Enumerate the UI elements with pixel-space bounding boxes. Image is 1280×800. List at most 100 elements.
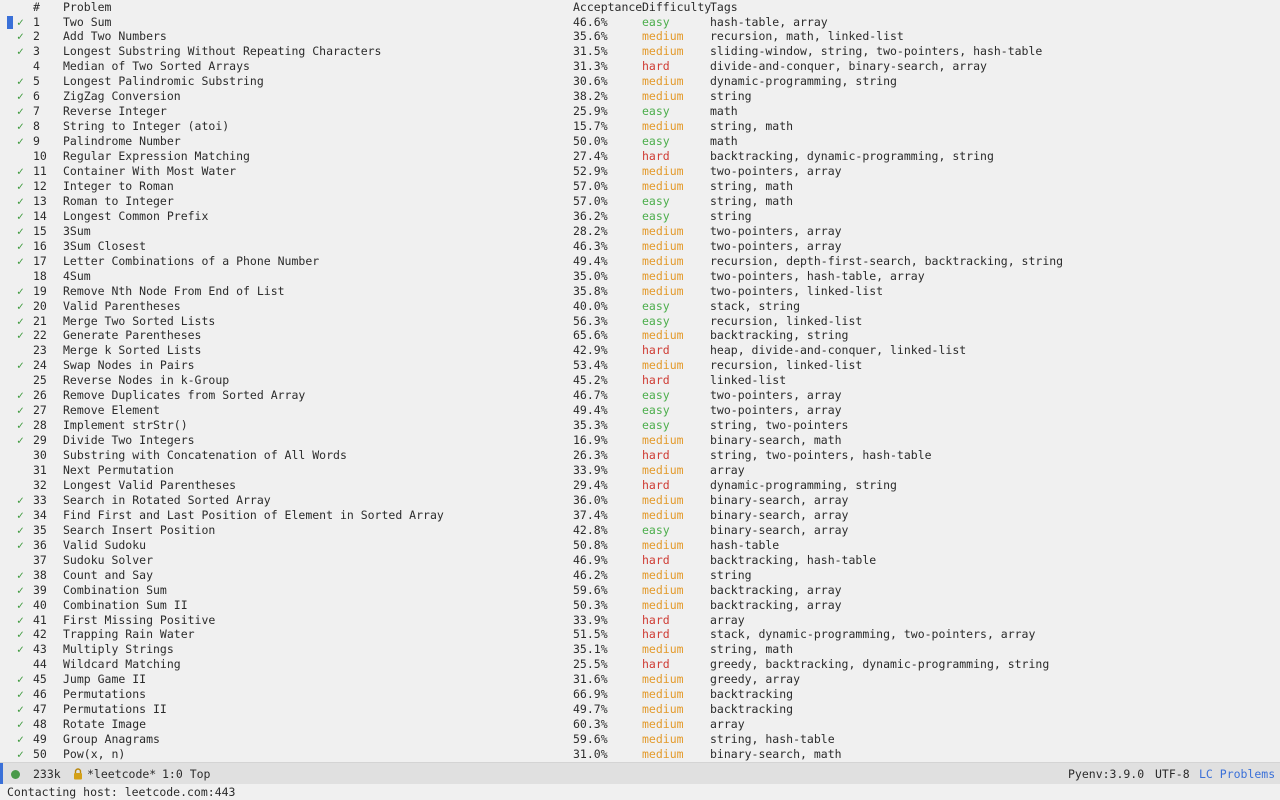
table-row[interactable]: ✓ 15 3Sum 28.2% medium two-pointers, array [0,224,1280,239]
problem-title[interactable]: Palindrome Number [63,134,181,149]
table-row[interactable]: ✓ 6 ZigZag Conversion 38.2% medium string [0,89,1280,104]
table-row[interactable]: ✓ 21 Merge Two Sorted Lists 56.3% easy recurs… [0,314,1280,329]
table-row[interactable]: ✓ 26 Remove Duplicates from Sorted Array 46… [0,388,1280,403]
problem-title[interactable]: Combination Sum [63,583,167,598]
problem-title[interactable]: Longest Valid Parentheses [63,478,236,493]
table-row[interactable]: ✓ 14 Longest Common Prefix 36.2% easy string [0,209,1280,224]
problem-title[interactable]: Longest Substring Without Repeating Char… [63,44,382,59]
problem-title[interactable]: Search in Rotated Sorted Array [63,493,271,508]
table-row[interactable]: ✓ 5 Longest Palindromic Substring 30.6% medi… [0,74,1280,89]
problem-title[interactable]: Remove Duplicates from Sorted Array [63,388,305,403]
table-row[interactable]: 30 Substring with Concatenation of All Wo… [0,448,1280,463]
problem-title[interactable]: Next Permutation [63,463,174,478]
problem-title[interactable]: Permutations II [63,702,167,717]
pyenv-version[interactable]: Pyenv:3.9.0 [1068,763,1144,785]
problem-title[interactable]: Add Two Numbers [63,29,167,44]
table-row[interactable]: ✓ 38 Count and Say 46.2% medium string [0,568,1280,583]
problem-title[interactable]: Reverse Nodes in k-Group [63,373,229,388]
problem-title[interactable]: Jump Game II [63,672,146,687]
table-row[interactable]: 31 Next Permutation 33.9% medium array [0,463,1280,478]
table-row[interactable]: 32 Longest Valid Parentheses 29.4% hard dyna… [0,478,1280,493]
table-row[interactable]: ✓ 47 Permutations II 49.7% medium backtrackin… [0,702,1280,717]
problem-title[interactable]: ZigZag Conversion [63,89,181,104]
table-row[interactable]: ✓ 17 Letter Combinations of a Phone Number… [0,254,1280,269]
problem-title[interactable]: Container With Most Water [63,164,236,179]
table-row[interactable]: ✓ 39 Combination Sum 59.6% medium backtrackin… [0,583,1280,598]
table-row[interactable]: 25 Reverse Nodes in k-Group 45.2% hard linke… [0,373,1280,388]
problem-title[interactable]: Implement strStr() [63,418,188,433]
problem-title[interactable]: Combination Sum II [63,598,188,613]
table-row[interactable]: 23 Merge k Sorted Lists 42.9% hard heap, div… [0,343,1280,358]
problem-title[interactable]: Trapping Rain Water [63,627,195,642]
major-mode[interactable]: LC Problems [1199,763,1275,785]
table-row[interactable]: ✓ 50 Pow(x, n) 31.0% medium binary-search, ma… [0,747,1280,762]
problem-title[interactable]: Divide Two Integers [63,433,195,448]
table-row[interactable]: ✓ 8 String to Integer (atoi) 15.7% medium str… [0,119,1280,134]
problem-title[interactable]: Sudoku Solver [63,553,153,568]
table-row[interactable]: ✓ 1 Two Sum 46.6% easy hash-table, array [0,15,1280,30]
problem-title[interactable]: Pow(x, n) [63,747,125,762]
problem-title[interactable]: Wildcard Matching [63,657,181,672]
table-row[interactable]: ✓ 45 Jump Game II 31.6% medium greedy, array [0,672,1280,687]
table-row[interactable]: ✓ 16 3Sum Closest 46.3% medium two-pointers, … [0,239,1280,254]
table-row[interactable]: ✓ 29 Divide Two Integers 16.9% medium binary-… [0,433,1280,448]
table-row[interactable]: ✓ 36 Valid Sudoku 50.8% medium hash-table [0,538,1280,553]
table-row[interactable]: ✓ 2 Add Two Numbers 35.6% medium recursion, m… [0,29,1280,44]
problem-title[interactable]: First Missing Positive [63,613,215,628]
table-row[interactable]: ✓ 34 Find First and Last Position of Eleme… [0,508,1280,523]
table-row[interactable]: ✓ 24 Swap Nodes in Pairs 53.4% medium recursi… [0,358,1280,373]
header-problem[interactable]: Problem [63,0,111,15]
table-row[interactable]: ✓ 41 First Missing Positive 33.9% hard array [0,613,1280,628]
table-row[interactable]: ✓ 20 Valid Parentheses 40.0% easy stack, stri… [0,299,1280,314]
encoding[interactable]: UTF-8 [1155,763,1190,785]
problem-title[interactable]: Valid Sudoku [63,538,146,553]
problem-title[interactable]: Median of Two Sorted Arrays [63,59,250,74]
problem-title[interactable]: Valid Parentheses [63,299,181,314]
header-difficulty[interactable]: Difficulty [642,0,711,15]
problem-title[interactable]: Integer to Roman [63,179,174,194]
table-row[interactable]: ✓ 48 Rotate Image 60.3% medium array [0,717,1280,732]
problem-title[interactable]: Letter Combinations of a Phone Number [63,254,319,269]
table-row[interactable]: ✓ 46 Permutations 66.9% medium backtracking [0,687,1280,702]
header-num[interactable]: # [33,0,40,15]
problem-title[interactable]: Merge k Sorted Lists [63,343,201,358]
problem-title[interactable]: Find First and Last Position of Element … [63,508,444,523]
table-row[interactable]: ✓ 9 Palindrome Number 50.0% easy math [0,134,1280,149]
table-row[interactable]: 18 4Sum 35.0% medium two-pointers, hash-tabl… [0,269,1280,284]
table-row[interactable]: ✓ 13 Roman to Integer 57.0% easy string, math [0,194,1280,209]
table-row[interactable]: ✓ 40 Combination Sum II 50.3% medium backtrac… [0,598,1280,613]
table-row[interactable]: ✓ 28 Implement strStr() 35.3% easy string, tw… [0,418,1280,433]
buffer-name[interactable]: *leetcode* [87,763,156,785]
problem-title[interactable]: Longest Palindromic Substring [63,74,264,89]
table-row[interactable]: ✓ 35 Search Insert Position 42.8% easy binary… [0,523,1280,538]
table-row[interactable]: ✓ 12 Integer to Roman 57.0% medium string, ma… [0,179,1280,194]
problem-title[interactable]: Longest Common Prefix [63,209,208,224]
problem-title[interactable]: Substring with Concatenation of All Word… [63,448,347,463]
table-row[interactable]: ✓ 49 Group Anagrams 59.6% medium string, hash… [0,732,1280,747]
table-row[interactable]: 37 Sudoku Solver 46.9% hard backtracking, ha… [0,553,1280,568]
problem-title[interactable]: Remove Element [63,403,160,418]
table-row[interactable]: ✓ 33 Search in Rotated Sorted Array 36.0% me… [0,493,1280,508]
problem-title[interactable]: Swap Nodes in Pairs [63,358,195,373]
table-row[interactable]: ✓ 7 Reverse Integer 25.9% easy math [0,104,1280,119]
table-row[interactable]: 44 Wildcard Matching 25.5% hard greedy, back… [0,657,1280,672]
problem-title[interactable]: 4Sum [63,269,91,284]
problem-title[interactable]: Rotate Image [63,717,146,732]
problem-title[interactable]: Regular Expression Matching [63,149,250,164]
problem-title[interactable]: Multiply Strings [63,642,174,657]
problem-title[interactable]: 3Sum [63,224,91,239]
header-tags[interactable]: Tags [710,0,738,15]
header-acceptance[interactable]: Acceptance [573,0,642,15]
problem-title[interactable]: 3Sum Closest [63,239,146,254]
problem-title[interactable]: Roman to Integer [63,194,174,209]
problem-title[interactable]: Two Sum [63,15,111,30]
table-row[interactable]: ✓ 43 Multiply Strings 35.1% medium string, ma… [0,642,1280,657]
table-row[interactable]: ✓ 3 Longest Substring Without Repeating Ch… [0,44,1280,59]
problem-title[interactable]: Merge Two Sorted Lists [63,314,215,329]
problem-title[interactable]: String to Integer (atoi) [63,119,229,134]
table-row[interactable]: ✓ 27 Remove Element 49.4% easy two-pointers, … [0,403,1280,418]
table-row[interactable]: ✓ 11 Container With Most Water 52.9% medium t… [0,164,1280,179]
table-row[interactable]: ✓ 42 Trapping Rain Water 51.5% hard stack, dy… [0,627,1280,642]
table-row[interactable]: 4 Median of Two Sorted Arrays 31.3% hard div… [0,59,1280,74]
problem-title[interactable]: Generate Parentheses [63,328,201,343]
